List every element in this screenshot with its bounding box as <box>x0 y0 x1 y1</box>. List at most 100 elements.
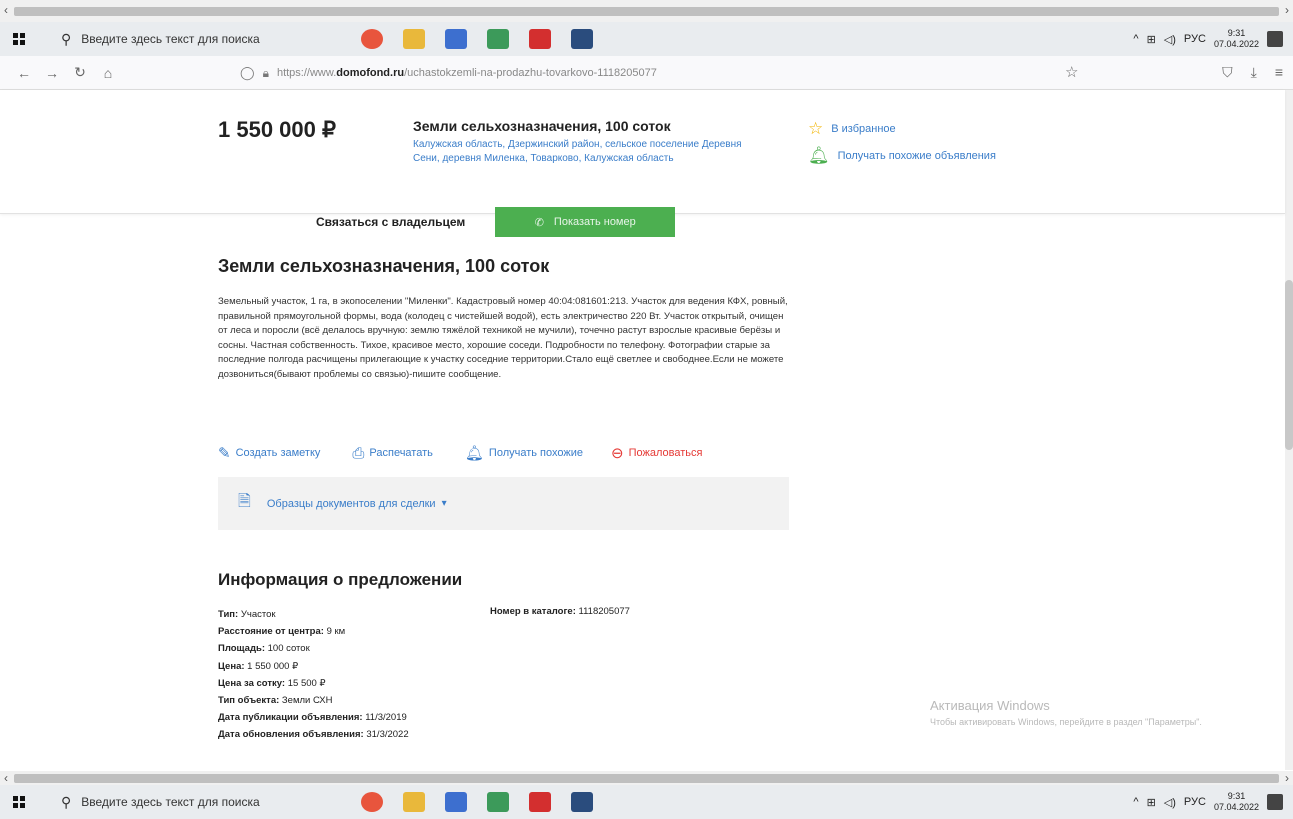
vertical-scrollbar[interactable] <box>1285 90 1293 770</box>
search-icon: ⚲ <box>61 30 72 47</box>
similar-alerts-label: Получать похожие объявления <box>837 150 996 162</box>
scroll-thumb[interactable] <box>14 774 1279 783</box>
info-key: Цена: <box>218 660 245 672</box>
windows-activation-watermark: Активация Windows Чтобы активировать Win… <box>930 698 1250 728</box>
url-bar[interactable]: ◯ 🔒︎ https://www. domofond.ru/uchastokzem… <box>240 60 1053 86</box>
catalog-key: Номер в каталоге: <box>490 606 576 617</box>
search-icon: ⚲ <box>61 793 72 810</box>
volume-icon[interactable]: ◁) <box>1164 796 1176 809</box>
listing-actions: ✎ Создать заметку ⎙ Распечатать 🔔︎ Получ… <box>218 444 702 463</box>
clock-date: 07.04.2022 <box>1213 802 1259 812</box>
scroll-thumb[interactable] <box>14 7 1279 16</box>
shield-icon[interactable]: ◯ <box>240 65 255 81</box>
scroll-left-icon[interactable]: ‹ <box>4 771 8 785</box>
clock-date: 07.04.2022 <box>1213 39 1259 49</box>
chevron-up-icon[interactable]: ^ <box>1133 33 1138 45</box>
taskbar-search-placeholder: Введите здесь текст для поиска <box>81 32 260 46</box>
print-button[interactable]: ⎙ Распечатать <box>352 445 432 462</box>
browser-right-tools: ⛉ ⤓ ≡ <box>1222 64 1283 81</box>
info-row: Цена: 1 550 000 ₽ <box>218 658 409 675</box>
document-icon: 🗎 <box>238 493 251 510</box>
listing-title: Земли сельхозназначения, 100 соток <box>413 118 671 134</box>
network-icon[interactable]: ⊞ <box>1147 33 1156 46</box>
windows-start-icon[interactable] <box>13 33 25 45</box>
create-note-button[interactable]: ✎ Создать заметку <box>218 444 320 462</box>
info-row: Площадь: 100 соток <box>218 640 409 657</box>
watermark-line1: Активация Windows <box>930 698 1050 713</box>
windows-start-icon[interactable] <box>13 796 25 808</box>
similar-alerts-link[interactable]: 🔔︎ Получать похожие объявления <box>808 146 996 166</box>
printer-icon: ⎙ <box>352 444 365 462</box>
file-explorer-icon[interactable] <box>403 792 425 812</box>
notification-icon[interactable] <box>1267 31 1283 47</box>
info-value: 1 550 000 ₽ <box>247 660 299 672</box>
excel-icon[interactable] <box>487 29 509 49</box>
clock-time: 9:31 <box>1227 28 1246 38</box>
firefox-icon[interactable] <box>361 792 383 812</box>
scroll-right-icon[interactable]: › <box>1285 3 1289 17</box>
similar-button[interactable]: 🔔︎ Получать похожие <box>465 444 583 462</box>
create-note-label: Создать заметку <box>235 447 321 459</box>
language-indicator[interactable]: РУС <box>1184 796 1206 808</box>
menu-icon[interactable]: ≡ <box>1275 64 1283 81</box>
media-app-icon[interactable] <box>571 29 593 49</box>
taskbar-search[interactable]: ⚲ Введите здесь текст для поиска <box>61 26 351 52</box>
browser-toolbar: ← → ↻ ⌂ ◯ 🔒︎ https://www. domofond.ru/uch… <box>0 56 1293 90</box>
taskbar-search[interactable]: ⚲ Введите здесь текст для поиска <box>61 789 351 815</box>
url-path: /uchastokzemli-na-prodazhu-tovarkovo-111… <box>404 67 657 79</box>
vertical-scroll-thumb[interactable] <box>1285 280 1293 450</box>
word-icon[interactable] <box>445 792 467 812</box>
favorites-label: В избранное <box>831 123 896 135</box>
home-icon[interactable]: ⌂ <box>94 65 122 81</box>
info-key: Площадь: <box>218 643 265 655</box>
excel-icon[interactable] <box>487 792 509 812</box>
clock[interactable]: 9:31 07.04.2022 <box>1214 791 1259 813</box>
network-icon[interactable]: ⊞ <box>1147 796 1156 809</box>
catalog-number: Номер в каталоге: 1118205077 <box>490 606 630 617</box>
acrobat-icon[interactable] <box>529 29 551 49</box>
bookmark-star-icon[interactable]: ☆ <box>1065 63 1078 81</box>
star-icon: ☆ <box>808 119 824 138</box>
info-value: Участок <box>240 609 276 620</box>
horizontal-scrollbar-top[interactable]: ‹ › <box>0 0 1293 22</box>
show-phone-button[interactable]: ✆ Показать номер <box>495 207 676 237</box>
forward-icon[interactable]: → <box>38 65 66 81</box>
acrobat-icon[interactable] <box>529 792 551 812</box>
clock[interactable]: 9:31 07.04.2022 <box>1214 28 1259 50</box>
language-indicator[interactable]: РУС <box>1184 33 1206 45</box>
url-prefix: https://www. <box>276 67 337 79</box>
media-app-icon[interactable] <box>571 792 593 812</box>
info-row: Дата публикации объявления: 11/3/2019 <box>218 709 409 726</box>
scroll-left-icon[interactable]: ‹ <box>4 3 8 17</box>
watermark-line2: Чтобы активировать Windows, перейдите в … <box>930 717 1202 727</box>
print-label: Распечатать <box>369 447 433 459</box>
listing-price: 1 550 000 ₽ <box>218 117 336 142</box>
reload-icon[interactable]: ↻ <box>66 64 94 81</box>
taskbar-top: ⚲ Введите здесь текст для поиска ^ ⊞ ◁) … <box>0 22 1293 56</box>
favorites-link[interactable]: ☆ В избранное <box>808 119 896 139</box>
main-title: Земли сельхозназначения, 100 соток <box>218 256 550 276</box>
volume-icon[interactable]: ◁) <box>1164 33 1176 46</box>
info-value: 11/3/2019 <box>365 712 407 724</box>
listing-address[interactable]: Калужская область, Дзержинский район, се… <box>413 138 758 166</box>
info-key: Дата обновления объявления: <box>218 729 364 741</box>
info-row: Цена за сотку: 15 500 ₽ <box>218 675 409 692</box>
info-key: Тип объекта: <box>218 695 280 707</box>
scroll-right-icon[interactable]: › <box>1285 771 1289 785</box>
lock-icon[interactable]: 🔒︎ <box>263 66 269 81</box>
documents-label: Образцы документов для сделки <box>266 497 436 510</box>
notification-icon[interactable] <box>1267 794 1283 810</box>
report-button[interactable]: ⊖ Пожаловаться <box>611 444 702 462</box>
file-explorer-icon[interactable] <box>403 29 425 49</box>
chevron-up-icon[interactable]: ^ <box>1133 796 1138 808</box>
back-icon[interactable]: ← <box>10 65 38 81</box>
documents-dropdown[interactable]: 🗎 Образцы документов для сделки ▾ <box>218 477 789 530</box>
horizontal-scrollbar-bottom[interactable]: ‹ › <box>0 771 1293 785</box>
system-tray: ^ ⊞ ◁) РУС 9:31 07.04.2022 <box>1133 28 1283 50</box>
pocket-icon[interactable]: ⛉ <box>1222 64 1233 81</box>
download-icon[interactable]: ⤓ <box>1251 64 1257 81</box>
word-icon[interactable] <box>445 29 467 49</box>
info-key: Цена за сотку: <box>218 677 286 689</box>
clock-time: 9:31 <box>1227 791 1246 801</box>
firefox-icon[interactable] <box>361 29 383 49</box>
